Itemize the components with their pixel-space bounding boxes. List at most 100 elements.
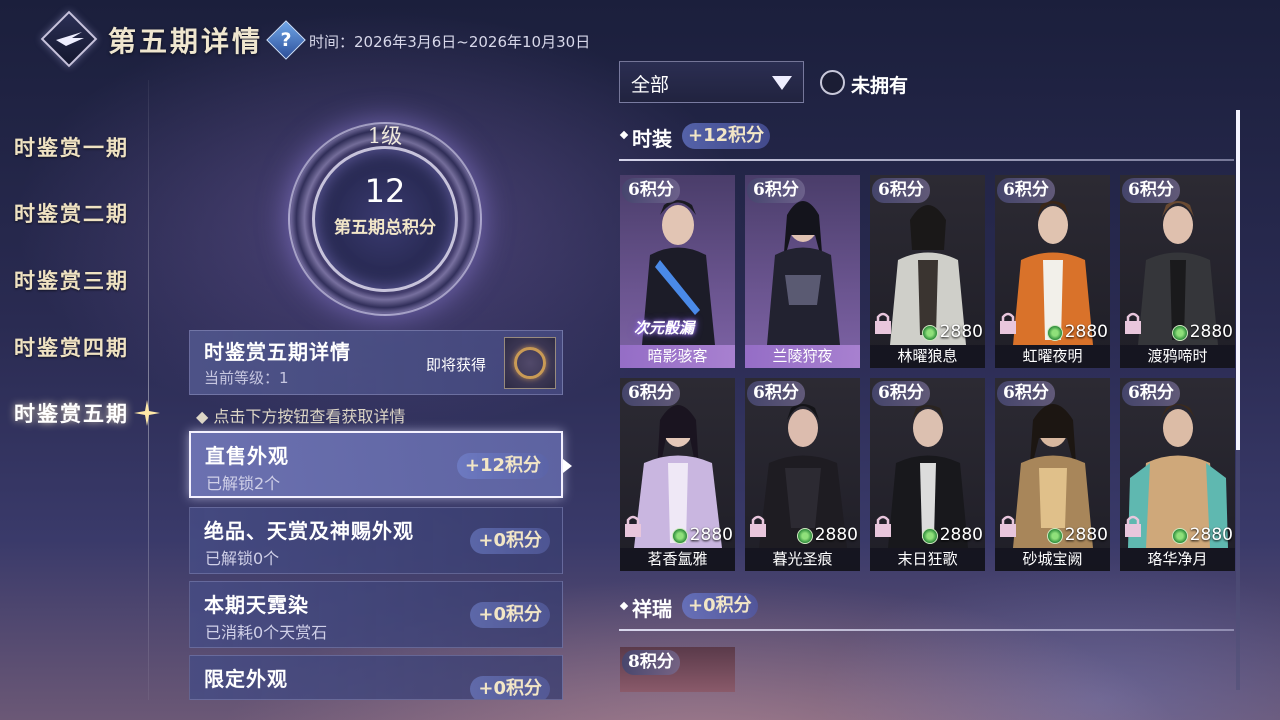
item-name: 茗香氲雅 (620, 548, 735, 571)
points-badge: 6积分 (747, 178, 805, 203)
lock-icon (1125, 312, 1141, 334)
points-badge: 6积分 (747, 381, 805, 406)
category-title: 直售外观 (205, 444, 289, 468)
item-name: 兰陵狩夜 (745, 345, 860, 368)
jade-coin-icon (1172, 528, 1188, 544)
total-score: 12 (364, 172, 406, 210)
category-sub: 已解锁0个 (205, 549, 280, 568)
item-price: 2880 (1064, 525, 1108, 545)
section-badge-fashion: +12积分 (682, 123, 771, 149)
nav-item-period-1[interactable]: 时鉴赏一期 (14, 132, 129, 162)
item-tile[interactable]: 6积分 2880 渡鸦啼时 (1120, 175, 1235, 368)
points-badge: 6积分 (872, 381, 930, 406)
level-label: 1级 (367, 124, 403, 148)
category-title: 本期天霓染 (204, 593, 309, 617)
total-score-label: 第五期总积分 (334, 218, 436, 238)
jade-coin-icon (1172, 325, 1188, 341)
coming-reward-label: 即将获得 (426, 356, 487, 374)
category-premium[interactable]: 绝品、天赏及神赐外观 已解锁0个 +0积分 (189, 507, 563, 574)
item-tile[interactable]: 6积分 2880 末日狂歌 (870, 378, 985, 571)
item-tile[interactable]: 6积分 2880 虹曜夜明 (995, 175, 1110, 368)
category-limited[interactable]: 限定外观 +0积分 (189, 655, 563, 700)
jade-coin-icon (797, 528, 813, 544)
item-price: 2880 (689, 525, 733, 545)
item-name: 珞华净月 (1120, 548, 1235, 571)
item-tile[interactable]: 6积分 次元骰漏 暗影骇客 (620, 175, 735, 368)
ring-reward-icon (514, 347, 546, 379)
points-badge: +0积分 (470, 528, 550, 554)
unowned-radio[interactable] (820, 70, 845, 95)
item-price: 2880 (1064, 322, 1108, 342)
period-detail-title: 时鉴赏五期详情 (204, 340, 351, 364)
points-badge: +0积分 (470, 676, 550, 699)
chevron-down-icon (772, 76, 792, 90)
points-badge: 6积分 (872, 178, 930, 203)
item-tile[interactable]: 6积分 兰陵狩夜 (745, 175, 860, 368)
lock-icon (875, 312, 891, 334)
item-tag: 次元骰漏 (634, 319, 695, 337)
section-bullet-icon (619, 130, 629, 140)
unowned-label: 未拥有 (851, 75, 909, 97)
item-price: 2880 (939, 525, 983, 545)
section-badge-xiangrui: +0积分 (682, 593, 758, 619)
lock-icon (750, 515, 766, 537)
item-name: 渡鸦啼时 (1120, 345, 1235, 368)
item-price: 2880 (1189, 525, 1233, 545)
hint-text: ◆ 点击下方按钮查看获取详情 (196, 407, 406, 426)
section-divider (619, 629, 1234, 631)
item-name: 林曜狼息 (870, 345, 985, 368)
points-badge: 6积分 (622, 178, 680, 203)
nav-item-period-5[interactable]: 时鉴赏五期 (14, 398, 129, 428)
item-name: 暮光圣痕 (745, 548, 860, 571)
points-badge: 6积分 (622, 381, 680, 406)
lock-icon (875, 515, 891, 537)
item-tile[interactable]: 6积分 2880 茗香氲雅 (620, 378, 735, 571)
help-icon[interactable]: ? (272, 26, 300, 54)
category-direct-sale[interactable]: 直售外观 已解锁2个 +12积分 (189, 431, 563, 498)
points-badge: 8积分 (622, 650, 680, 675)
nav-item-period-3[interactable]: 时鉴赏三期 (14, 265, 129, 295)
page-title: 第五期详情 (108, 25, 264, 58)
section-title-xiangrui: 祥瑞 (632, 597, 672, 621)
jade-coin-icon (922, 528, 938, 544)
item-tile[interactable]: 6积分 2880 砂城宝阙 (995, 378, 1110, 571)
item-name: 末日狂歌 (870, 548, 985, 571)
category-dye[interactable]: 本期天霓染 已消耗0个天赏石 +0积分 (189, 581, 563, 648)
points-badge: +12积分 (456, 453, 549, 479)
lock-icon (1125, 515, 1141, 537)
nav-divider (148, 80, 149, 700)
nav-item-period-2[interactable]: 时鉴赏二期 (14, 198, 129, 228)
item-tile[interactable]: 6积分 2880 暮光圣痕 (745, 378, 860, 571)
item-tile[interactable]: 6积分 2880 珞华净月 (1120, 378, 1235, 571)
category-title: 限定外观 (204, 667, 288, 691)
section-bullet-icon (619, 601, 629, 611)
section-divider (619, 159, 1234, 161)
category-sub: 已消耗0个天赏石 (205, 623, 328, 642)
points-badge: +0积分 (470, 602, 550, 628)
points-badge: 6积分 (1122, 381, 1180, 406)
item-price: 2880 (814, 525, 858, 545)
time-label: 时间： (309, 33, 355, 51)
item-price: 2880 (1189, 322, 1233, 342)
points-badge: 6积分 (997, 381, 1055, 406)
jade-coin-icon (672, 528, 688, 544)
scrollbar-thumb[interactable] (1236, 110, 1240, 450)
points-badge: 6积分 (1122, 178, 1180, 203)
item-tile[interactable]: 6积分 2880 林曜狼息 (870, 175, 985, 368)
item-name: 暗影骇客 (620, 345, 735, 368)
section-title-fashion: 时装 (632, 127, 672, 151)
nav-item-period-4[interactable]: 时鉴赏四期 (14, 332, 129, 362)
xiangrui-tile[interactable]: 8积分 (620, 647, 735, 692)
item-name: 砂城宝阙 (995, 548, 1110, 571)
item-name: 虹曜夜明 (995, 345, 1110, 368)
lock-icon (1000, 312, 1016, 334)
points-badge: 6积分 (997, 178, 1055, 203)
filter-selected: 全部 (631, 74, 670, 96)
jade-coin-icon (922, 325, 938, 341)
category-sub: 已解锁2个 (206, 474, 281, 493)
wing-logo-icon (56, 32, 84, 46)
active-star-icon (134, 400, 160, 426)
current-level: 当前等级：1 (204, 369, 289, 387)
selected-arrow-icon (563, 459, 572, 473)
event-time: 时间：2026年3月6日~2026年10月30日 (309, 31, 590, 52)
